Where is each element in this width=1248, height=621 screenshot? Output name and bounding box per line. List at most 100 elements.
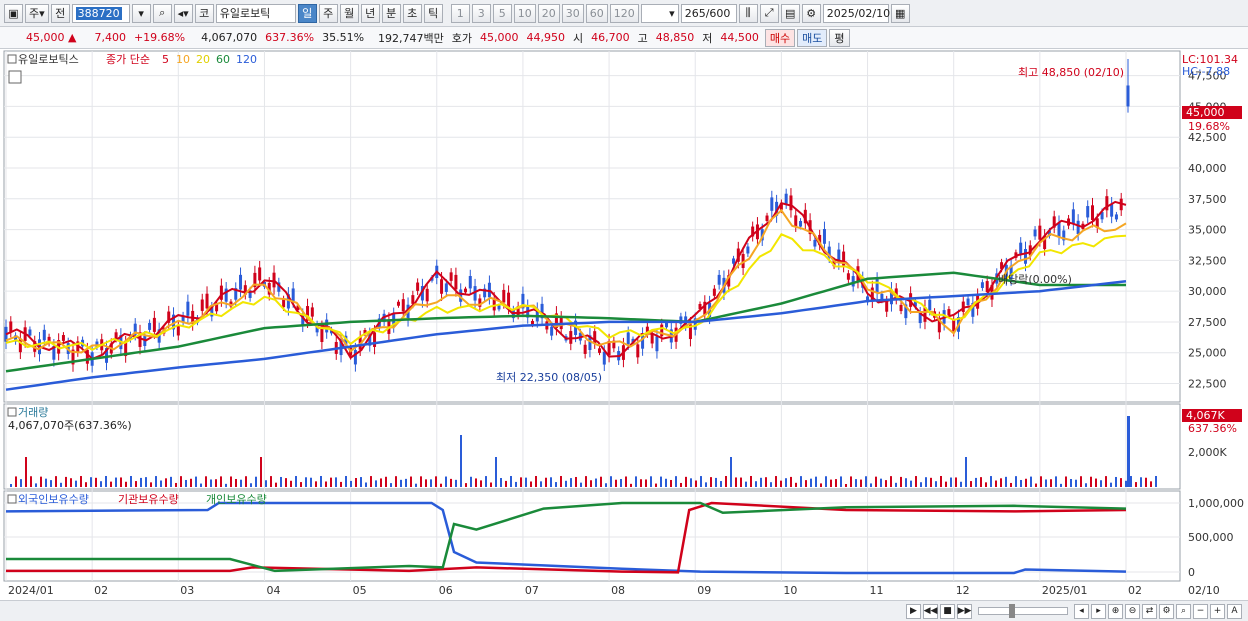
stop-icon[interactable]: ■ (940, 603, 955, 619)
sell-button[interactable]: 매도 (797, 28, 828, 47)
minus-icon[interactable]: − (1193, 603, 1208, 619)
volume-bar (195, 476, 197, 487)
xaxis-current-date: 02/10 (1188, 584, 1220, 597)
volume-bar (35, 483, 37, 487)
buy-button[interactable]: 매수 (764, 28, 796, 47)
volume-bar (385, 476, 387, 487)
chevron-down-icon[interactable]: ▾ (131, 3, 151, 23)
interval-3[interactable]: 3 (471, 3, 491, 23)
candle-body (650, 334, 654, 344)
volume-bar (465, 483, 467, 487)
volume-bar (940, 476, 942, 487)
volume-bar (50, 480, 52, 487)
volume-bar (545, 477, 547, 487)
prev-button[interactable]: 전 (50, 3, 70, 23)
stock-prefix[interactable]: 코 (194, 3, 214, 23)
period-week[interactable]: 주 (318, 3, 338, 23)
stock-name-field[interactable]: 유일로보틱 (215, 3, 296, 23)
volume-bar (925, 477, 927, 487)
window-icon[interactable]: ▣ (4, 3, 23, 23)
forward-icon[interactable]: ▶▶ (957, 603, 972, 619)
hc-value: HC:-7.88 (1182, 65, 1230, 78)
zoom-out-icon[interactable]: ⊖ (1125, 603, 1140, 619)
volume-bar (1000, 478, 1002, 487)
open-value: 46,700 (591, 31, 630, 44)
interval-30[interactable]: 30 (561, 3, 584, 23)
search-icon[interactable]: ⌕ (152, 3, 172, 23)
volume-bar (945, 481, 947, 487)
interval-20[interactable]: 20 (537, 3, 560, 23)
stock-code-input[interactable]: 388720 (71, 3, 130, 23)
candle-body (875, 279, 879, 293)
text-size-icon[interactable]: A (1227, 603, 1242, 619)
volume-bar (415, 483, 417, 487)
interval-60[interactable]: 60 (585, 3, 608, 23)
volume-bar (120, 477, 122, 487)
volume-bar (495, 457, 497, 487)
volume-bar (805, 480, 807, 487)
volume-bar (1105, 476, 1107, 487)
candle-body (353, 350, 357, 365)
volume-bar (555, 482, 557, 487)
ask-value: 44,950 (526, 31, 566, 44)
volume-bar (115, 477, 117, 487)
avg-button[interactable]: 평 (829, 28, 850, 47)
volume-bar (840, 476, 842, 487)
magnifier-icon[interactable]: ⌕ (1176, 603, 1191, 619)
gear-icon[interactable]: ⚙ (801, 3, 821, 23)
period-tick[interactable]: 틱 (423, 3, 443, 23)
period-second[interactable]: 초 (402, 3, 422, 23)
volume-bar (490, 482, 492, 487)
stock-chart[interactable]: 47,50045,00042,50040,00037,50035,00032,5… (0, 49, 1248, 600)
volume-bar (170, 476, 172, 487)
candle-body (396, 301, 400, 306)
interval-custom-input[interactable]: ▾ (640, 3, 679, 23)
calendar-icon[interactable]: ▦ (890, 3, 910, 23)
candle-body (550, 326, 554, 336)
count-input[interactable]: 265/600 (680, 3, 737, 23)
period-minute[interactable]: 분 (381, 3, 401, 23)
volume-bar (340, 481, 342, 487)
high-value: 48,850 (655, 31, 695, 44)
play-icon[interactable]: ▶ (906, 603, 921, 619)
crosshair-icon[interactable]: ⤢ (759, 3, 779, 23)
volume-value: 4,067,070 (201, 31, 258, 44)
scroll-slider[interactable] (978, 604, 1068, 618)
candle-body (1038, 225, 1042, 240)
volume-bar (900, 476, 902, 487)
calculator-icon[interactable] (8, 70, 22, 84)
save-icon[interactable]: ▤ (780, 3, 800, 23)
period-month[interactable]: 월 (339, 3, 359, 23)
plus-icon[interactable]: + (1210, 603, 1225, 619)
period-year[interactable]: 년 (360, 3, 380, 23)
interval-5[interactable]: 5 (492, 3, 512, 23)
period-day[interactable]: 일 (297, 3, 317, 23)
candle-icon[interactable]: ⫼ (738, 3, 758, 23)
volume-bar (145, 477, 147, 487)
candle-body (598, 348, 602, 353)
speaker-icon[interactable]: ◂▾ (173, 3, 193, 23)
zoom-in-icon[interactable]: ⊕ (1108, 603, 1123, 619)
volume-bar (1010, 482, 1012, 487)
interval-1[interactable]: 1 (450, 3, 470, 23)
interval-10[interactable]: 10 (513, 3, 536, 23)
candle-body (885, 301, 889, 312)
volume-bar (1125, 480, 1127, 487)
volume-bar (300, 482, 302, 487)
date-input[interactable]: 2025/02/10 (822, 3, 890, 23)
candle-body (463, 288, 467, 293)
settings-icon[interactable]: ⚙ (1159, 603, 1174, 619)
volume-bar (730, 457, 732, 487)
interval-120[interactable]: 120 (609, 3, 639, 23)
scroll-left-icon[interactable]: ◂ (1074, 603, 1089, 619)
scroll-right-icon[interactable]: ▸ (1091, 603, 1106, 619)
volume-bar (895, 482, 897, 487)
price-axis-label: 40,000 (1188, 162, 1227, 175)
rewind-icon[interactable]: ◀◀ (923, 603, 938, 619)
volume-bar (820, 483, 822, 487)
volume-bar (475, 478, 477, 487)
market-select[interactable]: 주 ▾ (25, 3, 49, 23)
volume-bar (1145, 477, 1147, 487)
volume-bar (815, 476, 817, 487)
link-icon[interactable]: ⇄ (1142, 603, 1157, 619)
